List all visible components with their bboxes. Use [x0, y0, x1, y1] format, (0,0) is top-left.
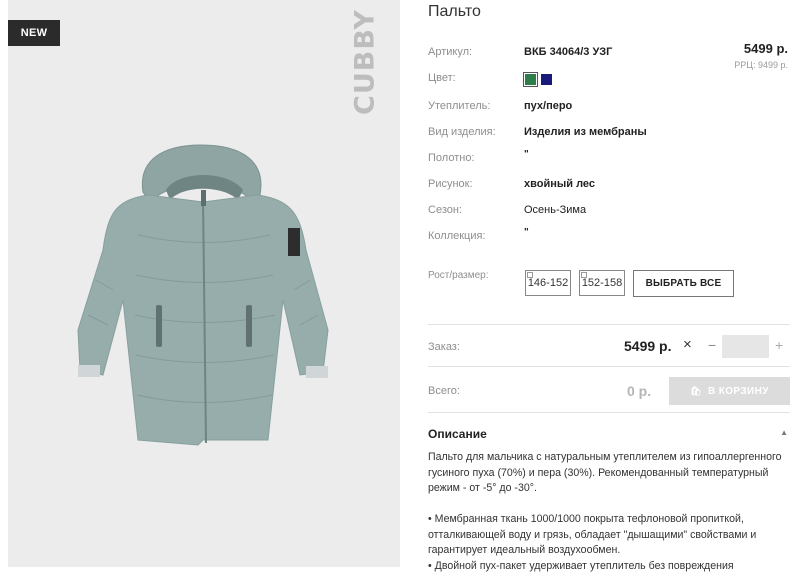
- divider: [428, 324, 790, 325]
- description-text: Пальто для мальчика с натуральным утепли…: [428, 450, 786, 574]
- add-to-cart-label: В КОРЗИНУ: [708, 386, 769, 397]
- size-checkbox-icon: [527, 272, 533, 278]
- increment-button[interactable]: +: [775, 337, 783, 353]
- times-icon: ×: [683, 336, 692, 353]
- collapse-caret-icon[interactable]: ▲: [780, 428, 788, 437]
- color-swatch-green[interactable]: [525, 74, 536, 85]
- description-paragraph: • Двойной пух-пакет удерживает утеплител…: [428, 559, 786, 574]
- attr-value: пух/перо: [524, 100, 572, 112]
- add-to-cart-button[interactable]: 🛍 В КОРЗИНУ: [669, 377, 790, 405]
- brand-vertical-text: CUBBY: [350, 9, 381, 115]
- product-title: Пальто: [428, 3, 481, 21]
- select-all-button[interactable]: ВЫБРАТЬ ВСЕ: [633, 270, 734, 297]
- order-label: Заказ:: [428, 341, 460, 353]
- shopping-bag-icon: 🛍: [690, 377, 702, 405]
- total-label: Всего:: [428, 385, 460, 397]
- attr-label: Вид изделия:: [428, 126, 496, 138]
- total-value: 0 р.: [627, 383, 651, 399]
- size-option-label: 146-152: [528, 277, 568, 289]
- size-label: Рост/размер:: [428, 270, 489, 281]
- attr-label: Коллекция:: [428, 230, 486, 242]
- size-option-146-152[interactable]: 146-152: [525, 270, 571, 296]
- brand-watermark: CUBBY: [343, 16, 387, 108]
- attr-label: Утеплитель:: [428, 100, 490, 112]
- decrement-button[interactable]: −: [708, 337, 716, 353]
- order-price: 5499 р.: [624, 338, 671, 354]
- description-heading[interactable]: Описание: [428, 427, 487, 441]
- new-badge: NEW: [8, 20, 60, 46]
- coat-illustration: [38, 140, 368, 450]
- size-checkbox-icon: [581, 272, 587, 278]
- attr-label: Артикул:: [428, 46, 472, 58]
- description-paragraph: Пальто для мальчика с натуральным утепли…: [428, 450, 786, 497]
- attr-value: ВКБ 34064/3 УЗГ: [524, 46, 612, 58]
- attr-value: Осень-Зима: [524, 204, 586, 216]
- attr-label: Цвет:: [428, 72, 456, 84]
- attr-value: хвойный лес: [524, 178, 595, 190]
- divider: [428, 366, 790, 367]
- divider: [428, 412, 790, 413]
- size-option-152-158[interactable]: 152-158: [579, 270, 625, 296]
- attr-value: ": [524, 230, 529, 235]
- rrp-price: РРЦ: 9499 р.: [734, 60, 788, 70]
- attr-label: Сезон:: [428, 204, 462, 216]
- description-paragraph: • Мембранная ткань 1000/1000 покрыта теф…: [428, 512, 786, 559]
- color-swatch-navy[interactable]: [541, 74, 552, 85]
- attr-value: ": [524, 152, 529, 157]
- quantity-input[interactable]: [722, 335, 769, 358]
- attr-label: Полотно:: [428, 152, 475, 164]
- product-photo[interactable]: NEW CUBBY: [8, 0, 400, 567]
- size-option-label: 152-158: [582, 277, 622, 289]
- attr-value: Изделия из мембраны: [524, 126, 647, 138]
- product-price: 5499 р.: [744, 41, 788, 56]
- attr-label: Рисунок:: [428, 178, 473, 190]
